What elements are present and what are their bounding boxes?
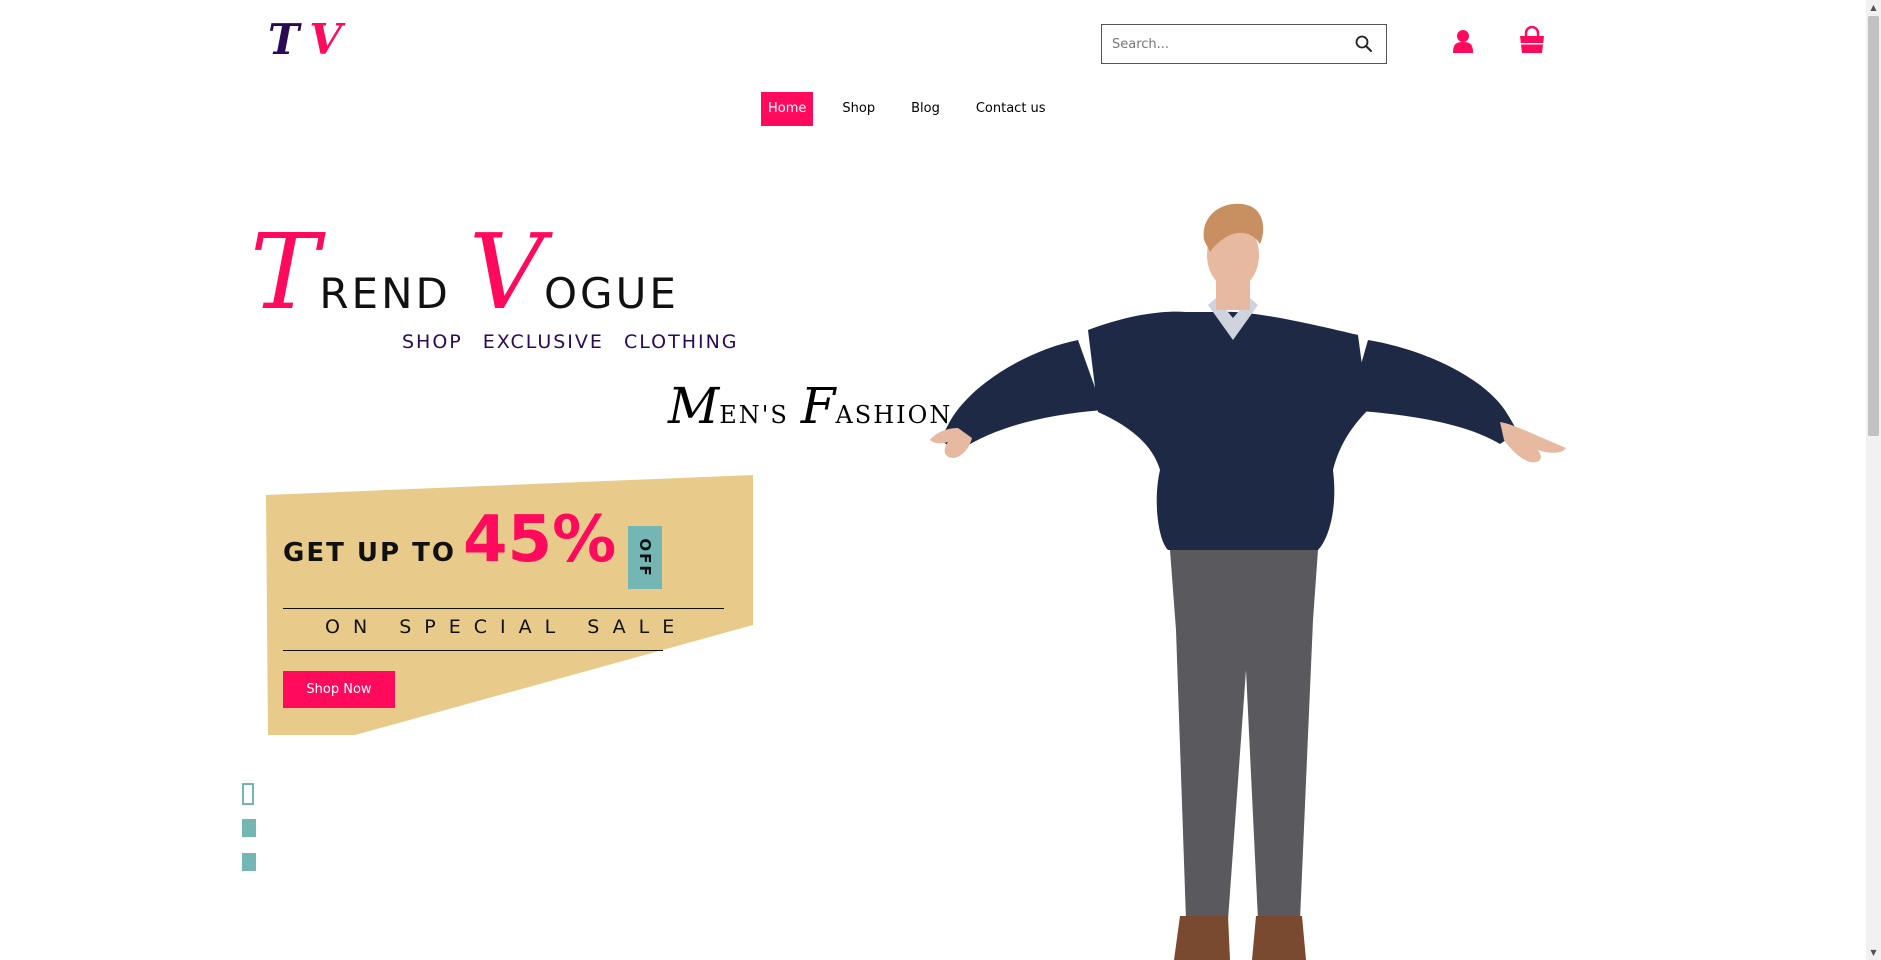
hero-mens-fashion: MEN'S FASHION — [668, 381, 964, 431]
shopping-bag-icon[interactable] — [1518, 26, 1546, 54]
main-nav: Home Shop Blog Contact us — [761, 92, 1053, 126]
nav-item-shop[interactable]: Shop — [835, 92, 882, 126]
promo-off-label: OFF — [636, 537, 654, 578]
brand-cap-t: T — [250, 211, 320, 333]
logo-letter-v: V — [309, 15, 348, 64]
promo-off-badge: OFF — [628, 526, 662, 589]
scrollbar-thumb[interactable] — [1868, 16, 1879, 436]
scroll-up-arrow-icon[interactable]: ▲ — [1866, 0, 1881, 15]
brand-rest-ogue: OGUE — [543, 269, 679, 318]
brand-cap-v: V — [468, 211, 544, 333]
nav-item-blog[interactable]: Blog — [904, 92, 947, 126]
mens-cap-m: M — [668, 377, 720, 435]
social-icon-2[interactable] — [242, 819, 256, 837]
fashion-cap-f: F — [800, 377, 836, 435]
logo-letter-t: T — [268, 15, 306, 64]
mens-rest: EN'S — [719, 401, 789, 429]
promo-percent: 45% — [463, 503, 617, 577]
user-icon[interactable] — [1452, 29, 1474, 53]
page-scrollbar[interactable]: ▲ ▼ — [1866, 0, 1881, 960]
scroll-down-arrow-icon[interactable]: ▼ — [1866, 945, 1881, 960]
promo-special-sale: ON SPECIAL SALE — [325, 616, 688, 638]
hero-brand-title: TREND VOGUE — [250, 220, 697, 324]
shop-now-button[interactable]: Shop Now — [283, 671, 395, 708]
search-box — [1101, 24, 1387, 64]
social-icon-3[interactable] — [242, 853, 256, 871]
site-logo[interactable]: TV — [268, 14, 348, 66]
search-icon[interactable] — [1354, 34, 1374, 54]
promo-divider-bottom — [283, 650, 663, 651]
hero-model-image — [930, 203, 1566, 960]
nav-item-home[interactable]: Home — [761, 92, 814, 126]
promo-divider-top — [283, 608, 724, 609]
hero-tagline: SHOP EXCLUSIVE CLOTHING — [402, 331, 739, 353]
search-input[interactable] — [1102, 25, 1342, 63]
promo-get-up-to: GET UP TO — [283, 538, 456, 568]
nav-item-contact[interactable]: Contact us — [969, 92, 1053, 126]
social-icon-1[interactable] — [242, 783, 254, 805]
brand-rest-rend: REND — [319, 269, 451, 318]
